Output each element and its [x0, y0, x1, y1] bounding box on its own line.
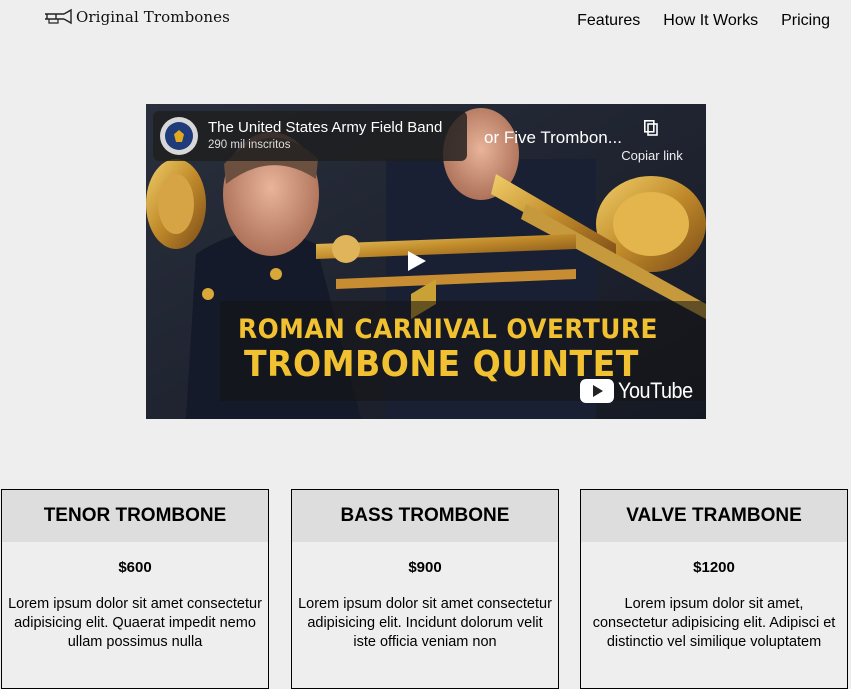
video-title[interactable]: or Five Trombon... — [484, 128, 622, 148]
pricing-card-bass: BASS TROMBONE $900 Lorem ipsum dolor sit… — [291, 489, 559, 689]
card-description: Lorem ipsum dolor sit amet, consectetur … — [592, 596, 836, 650]
card-title: VALVE TRAMBONE — [581, 490, 847, 542]
pricing-card-tenor: TENOR TROMBONE $600 Lorem ipsum dolor si… — [1, 489, 269, 689]
card-description: Lorem ipsum dolor sit amet consectetur a… — [298, 596, 552, 650]
card-description: Lorem ipsum dolor sit amet consectetur a… — [8, 596, 262, 650]
pricing-card-valve: VALVE TRAMBONE $1200 Lorem ipsum dolor s… — [580, 489, 848, 689]
video-title-text: or Five Trombon... — [484, 128, 622, 147]
nav-pricing[interactable]: Pricing — [781, 12, 830, 30]
youtube-logo[interactable]: YouTube — [580, 378, 701, 404]
channel-name[interactable]: The United States Army Field Band — [208, 119, 442, 136]
channel-avatar[interactable] — [160, 117, 198, 155]
logo-text: Original Trombones — [76, 8, 230, 26]
card-price: $900 — [408, 559, 442, 576]
logo[interactable]: Original Trombones — [44, 8, 230, 26]
copy-link-button[interactable]: Copiar link — [618, 104, 684, 172]
card-price: $600 — [118, 559, 152, 576]
site-header: Original Trombones Features How It Works… — [0, 0, 851, 44]
video-embed[interactable]: The United States Army Field Band 290 mi… — [146, 104, 706, 419]
nav-how-it-works[interactable]: How It Works — [663, 12, 758, 30]
youtube-icon — [580, 379, 614, 403]
play-icon[interactable] — [408, 251, 426, 271]
youtube-logo-text: YouTube — [618, 378, 693, 403]
copy-link-label: Copiar link — [621, 148, 683, 163]
overlay-title-line1: ROMAN CARNIVAL OVERTURE — [238, 314, 658, 345]
nav-features[interactable]: Features — [577, 12, 640, 30]
card-price: $1200 — [693, 559, 735, 576]
card-title: BASS TROMBONE — [292, 490, 558, 542]
trombone-icon — [45, 8, 72, 25]
main-nav: Features How It Works Pricing — [554, 12, 830, 30]
channel-card[interactable]: The United States Army Field Band 290 mi… — [153, 111, 467, 161]
card-title: TENOR TROMBONE — [2, 490, 268, 542]
channel-subscribers: 290 mil inscritos — [208, 139, 291, 151]
copy-link-icon — [644, 120, 658, 136]
